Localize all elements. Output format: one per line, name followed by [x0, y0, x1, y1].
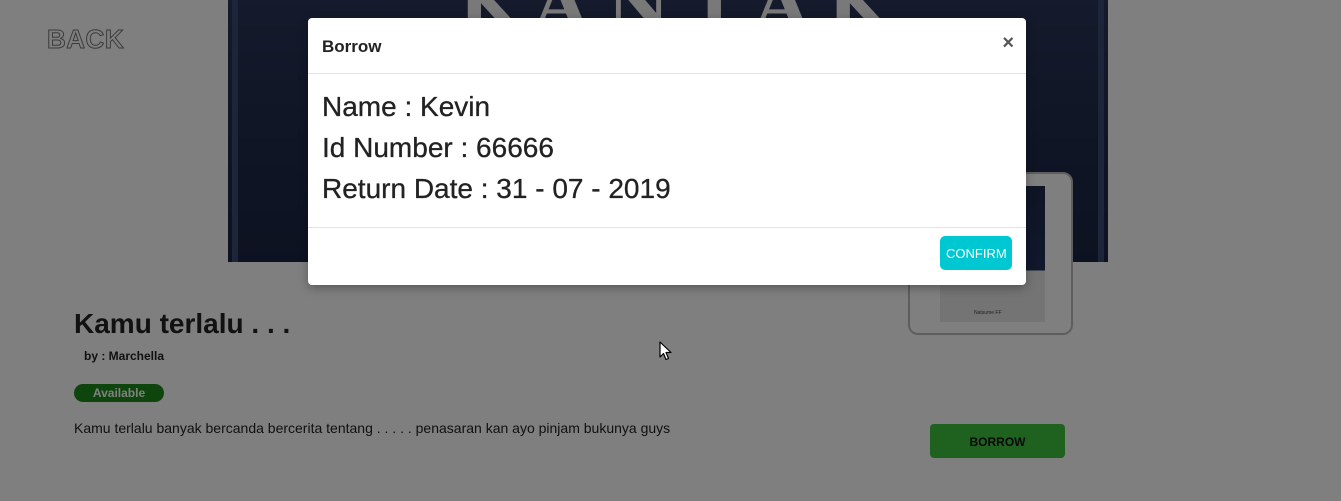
borrower-id-number: Id Number : 66666 — [322, 132, 554, 163]
mouse-pointer-icon — [659, 341, 672, 361]
modal-header: Borrow × — [308, 18, 1026, 74]
confirm-button[interactable]: CONFIRM — [940, 236, 1012, 270]
modal-body: Name : Kevin Id Number : 66666 Return Da… — [322, 88, 1012, 211]
return-date: Return Date : 31 - 07 - 2019 — [322, 173, 671, 204]
borrow-modal: Borrow × Name : Kevin Id Number : 66666 … — [308, 18, 1026, 285]
borrower-name: Name : Kevin — [322, 91, 491, 122]
book-detail-page: BACK KANTAK Natsume FF Kamu terlalu . . … — [0, 0, 1341, 501]
modal-title: Borrow — [322, 37, 382, 56]
modal-footer: CONFIRM — [308, 227, 1026, 285]
close-icon[interactable]: × — [1002, 32, 1014, 54]
